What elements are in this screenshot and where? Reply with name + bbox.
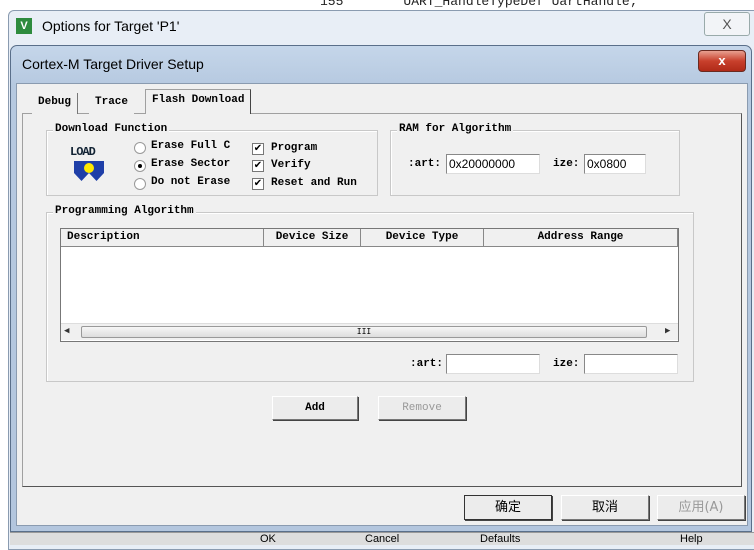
verify-label: Verify bbox=[271, 159, 311, 171]
algo-size-label: ize: bbox=[553, 358, 580, 370]
ram-size-label: ize: bbox=[553, 158, 580, 170]
scroll-thumb[interactable]: III bbox=[81, 326, 647, 338]
program-checkbox[interactable]: ✔ bbox=[252, 143, 264, 155]
horizontal-scrollbar[interactable]: ◀ III ▶ bbox=[61, 323, 678, 340]
remove-button[interactable]: Remove bbox=[378, 396, 466, 420]
algo-start-input[interactable] bbox=[446, 354, 540, 374]
scroll-right-icon[interactable]: ▶ bbox=[665, 326, 670, 336]
programming-algorithm-label: Programming Algorithm bbox=[53, 205, 196, 217]
bg-help-button: Help bbox=[680, 533, 703, 545]
outer-close-button[interactable]: X bbox=[704, 12, 750, 36]
ram-size-input[interactable] bbox=[584, 154, 646, 174]
ram-label: RAM for Algorithm bbox=[397, 123, 514, 135]
erase-full-chip-label: Erase Full C bbox=[151, 140, 231, 152]
verify-checkbox[interactable]: ✔ bbox=[252, 160, 264, 172]
apply-button[interactable]: 应用(A) bbox=[657, 495, 745, 520]
program-label: Program bbox=[271, 142, 318, 154]
tab-flash-download[interactable]: Flash Download bbox=[145, 89, 252, 114]
reset-and-run-checkbox[interactable]: ✔ bbox=[252, 178, 264, 190]
algo-start-label: :art: bbox=[410, 358, 444, 370]
column-address-range[interactable]: Address Range bbox=[484, 229, 678, 247]
reset-and-run-label: Reset and Run bbox=[271, 177, 357, 189]
ok-button[interactable]: 确定 bbox=[464, 495, 552, 520]
erase-full-chip-radio[interactable] bbox=[134, 142, 146, 154]
download-function-label: Download Function bbox=[53, 123, 170, 135]
dialog-title: Cortex-M Target Driver Setup bbox=[22, 56, 204, 72]
bg-defaults-button: Defaults bbox=[480, 533, 521, 545]
do-not-erase-label: Do not Erase bbox=[151, 176, 231, 188]
ram-start-input[interactable] bbox=[446, 154, 540, 174]
bg-ok-button: OK bbox=[260, 533, 276, 545]
ram-start-label: :art: bbox=[408, 158, 442, 170]
algo-size-input[interactable] bbox=[584, 354, 678, 374]
cancel-button[interactable]: 取消 bbox=[561, 495, 649, 520]
algorithm-table: Description Device Size Device Type Addr… bbox=[60, 228, 679, 342]
bg-cancel-button: Cancel bbox=[365, 533, 400, 545]
column-device-type[interactable]: Device Type bbox=[361, 229, 484, 247]
dialog-close-button[interactable]: x bbox=[698, 50, 746, 72]
app-icon: V bbox=[16, 18, 32, 34]
column-device-size[interactable]: Device Size bbox=[264, 229, 361, 247]
load-icon: LOAD bbox=[70, 145, 110, 187]
do-not-erase-radio[interactable] bbox=[134, 178, 146, 190]
erase-sector-label: Erase Sector bbox=[151, 158, 231, 170]
background-code-line: 155 UART_HandleTypeDef UartHandle; bbox=[320, 0, 638, 9]
scroll-left-icon[interactable]: ◀ bbox=[64, 326, 69, 336]
tab-debug[interactable]: Debug bbox=[32, 93, 79, 114]
tab-trace[interactable]: Trace bbox=[89, 93, 135, 114]
add-button[interactable]: Add bbox=[272, 396, 358, 420]
column-description[interactable]: Description bbox=[61, 229, 264, 247]
erase-sector-radio[interactable] bbox=[134, 160, 146, 172]
background-buttons: OK Cancel Defaults Help bbox=[10, 532, 754, 545]
outer-window-title: Options for Target 'P1' bbox=[42, 18, 180, 34]
